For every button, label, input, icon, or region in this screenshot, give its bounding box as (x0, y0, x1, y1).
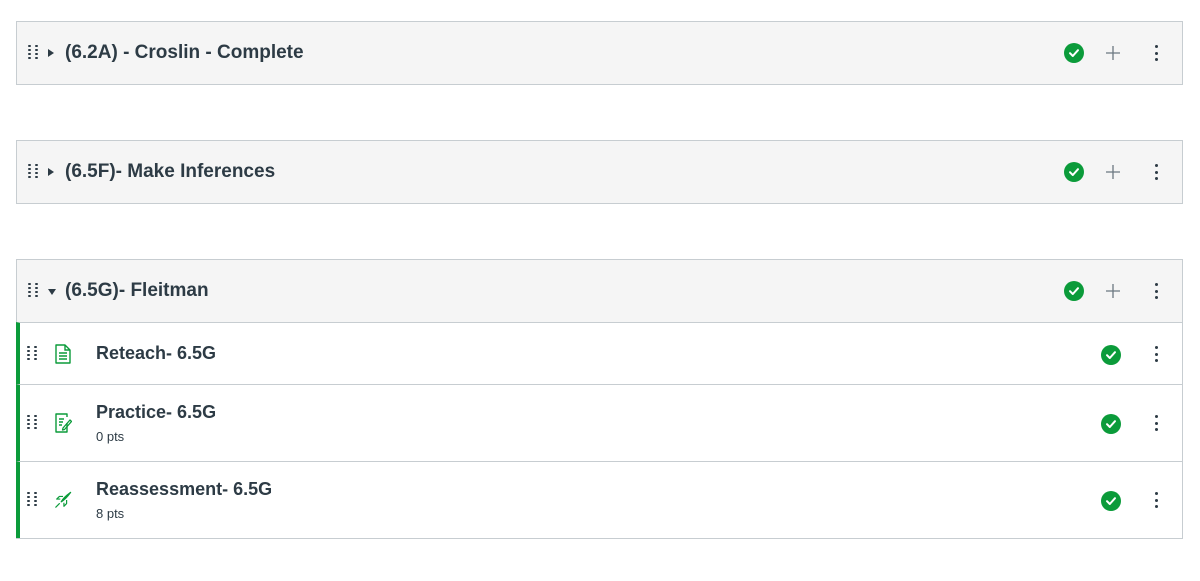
assignment-icon (55, 413, 72, 433)
item-title[interactable]: Reassessment- 6.5G (96, 479, 272, 500)
kebab-menu-icon[interactable] (1154, 346, 1158, 362)
module-title[interactable]: (6.5G)- Fleitman (65, 280, 209, 302)
caret-right-icon[interactable] (48, 168, 54, 176)
item-title[interactable]: Practice- 6.5G (96, 402, 216, 423)
plus-icon[interactable] (1105, 45, 1121, 61)
plus-icon[interactable] (1105, 164, 1121, 180)
drag-handle-icon[interactable] (27, 415, 37, 431)
kebab-menu-icon[interactable] (1154, 492, 1158, 508)
published-check-icon[interactable] (1101, 491, 1121, 511)
kebab-menu-icon[interactable] (1154, 45, 1158, 61)
list-item[interactable]: Practice- 6.5G 0 pts (16, 384, 1182, 461)
page-document-icon (55, 344, 71, 364)
module-croslin: (6.2A) - Croslin - Complete (16, 21, 1183, 85)
kebab-menu-icon[interactable] (1154, 415, 1158, 431)
module-title[interactable]: (6.2A) - Croslin - Complete (65, 42, 304, 64)
module-title[interactable]: (6.5F)- Make Inferences (65, 161, 275, 183)
drag-handle-icon[interactable] (27, 492, 37, 508)
item-points: 0 pts (96, 429, 125, 444)
published-check-icon[interactable] (1101, 345, 1121, 365)
list-item[interactable]: Reteach- 6.5G (16, 322, 1182, 384)
module-make-inferences: (6.5F)- Make Inferences (16, 140, 1183, 204)
list-item[interactable]: Reassessment- 6.5G 8 pts (16, 461, 1182, 538)
kebab-menu-icon[interactable] (1154, 283, 1158, 299)
plus-icon[interactable] (1105, 283, 1121, 299)
module-fleitman: (6.5G)- Fleitman Reteach- 6.5G Practice-… (16, 259, 1183, 539)
published-check-icon[interactable] (1101, 414, 1121, 434)
drag-handle-icon[interactable] (28, 45, 38, 61)
published-check-icon[interactable] (1064, 162, 1084, 182)
item-title[interactable]: Reteach- 6.5G (96, 343, 216, 364)
module-header[interactable]: (6.5F)- Make Inferences (17, 141, 1182, 203)
module-header[interactable]: (6.2A) - Croslin - Complete (17, 22, 1182, 84)
drag-handle-icon[interactable] (27, 346, 37, 362)
item-points: 8 pts (96, 506, 125, 521)
module-header[interactable]: (6.5G)- Fleitman (17, 260, 1182, 322)
drag-handle-icon[interactable] (28, 164, 38, 180)
published-check-icon[interactable] (1064, 281, 1084, 301)
drag-handle-icon[interactable] (28, 283, 38, 299)
caret-right-icon[interactable] (48, 49, 54, 57)
quiz-rocket-icon (55, 491, 72, 508)
published-check-icon[interactable] (1064, 43, 1084, 63)
kebab-menu-icon[interactable] (1154, 164, 1158, 180)
caret-down-icon[interactable] (48, 289, 56, 295)
